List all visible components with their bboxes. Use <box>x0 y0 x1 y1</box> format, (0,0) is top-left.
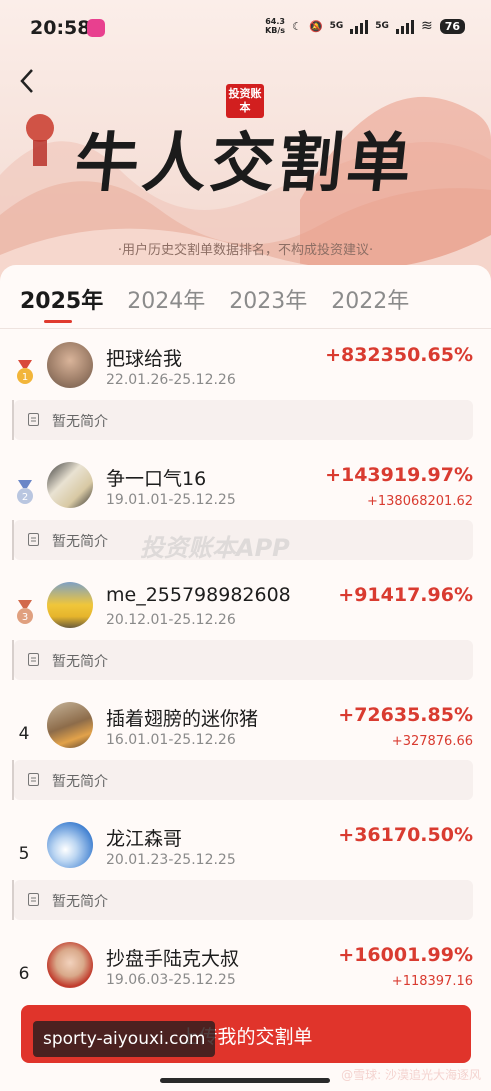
site-watermark: sporty-aiyouxi.com <box>33 1021 216 1057</box>
clock: 20:58 <box>30 17 91 39</box>
date-range: 20.01.23-25.12.25 <box>106 852 236 868</box>
intro-box: 暂无简介 <box>14 880 473 920</box>
return-percent: +72635.85% <box>338 704 473 726</box>
intro-box: 暂无简介 <box>14 400 473 440</box>
user-name[interactable]: me_255798982608 <box>106 584 291 606</box>
list-item[interactable]: 3 me_255798982608 20.12.01-25.12.26 +914… <box>0 578 491 698</box>
avatar[interactable] <box>47 822 93 868</box>
date-range: 19.01.01-25.12.25 <box>106 492 236 508</box>
date-range: 16.01.01-25.12.26 <box>106 732 236 748</box>
network-label-1: 5G <box>329 21 344 31</box>
bronze-medal-icon: 3 <box>17 600 33 624</box>
user-name[interactable]: 龙江森哥 <box>106 824 182 851</box>
divider <box>0 328 491 329</box>
network-label-2: 5G <box>375 21 389 31</box>
document-icon <box>28 893 39 906</box>
signal-icon <box>350 18 369 34</box>
avatar[interactable] <box>47 462 93 508</box>
tab-2025[interactable]: 2025年 <box>20 283 103 315</box>
document-icon <box>28 653 39 666</box>
document-icon <box>28 773 39 786</box>
intro-text: 暂无简介 <box>52 414 108 430</box>
intro-text: 暂无简介 <box>52 654 108 670</box>
user-name[interactable]: 争一口气16 <box>106 464 206 491</box>
avatar[interactable] <box>47 342 93 388</box>
rank-number: 4 <box>18 724 30 744</box>
svg-text:2: 2 <box>22 492 28 503</box>
notification-app-icon <box>87 19 105 37</box>
user-name[interactable]: 插着翅膀的迷你猪 <box>106 704 258 731</box>
rank-number: 5 <box>18 844 30 864</box>
date-range: 22.01.26-25.12.26 <box>106 372 236 388</box>
return-amount: +118397.16 <box>391 974 473 989</box>
status-bar: 20:58 64.3 KB/s ☾ 🔕 5G 5G ≋ 76 <box>0 0 491 56</box>
svg-text:3: 3 <box>22 612 28 623</box>
watermark: 投资账本APP <box>140 534 290 562</box>
list-item[interactable]: 1 把球给我 22.01.26-25.12.26 +832350.65% 暂无简… <box>0 338 491 458</box>
battery-icon: 76 <box>439 18 465 34</box>
intro-box: 暂无简介 <box>14 640 473 680</box>
document-icon <box>28 533 39 546</box>
tab-2024[interactable]: 2024年 <box>127 283 205 315</box>
moon-icon: ☾ <box>292 19 302 33</box>
intro-text: 暂无简介 <box>52 534 108 550</box>
rank-number: 6 <box>18 964 30 984</box>
return-amount: +138068201.62 <box>366 494 473 509</box>
page-title: 牛人交割单 <box>70 126 419 201</box>
intro-box: 暂无简介 <box>14 760 473 800</box>
tab-2022[interactable]: 2022年 <box>331 283 409 315</box>
return-percent: +91417.96% <box>338 584 473 606</box>
return-percent: +36170.50% <box>338 824 473 846</box>
net-speed: 64.3 KB/s <box>265 17 286 35</box>
user-name[interactable]: 抄盘手陆克大叔 <box>106 944 239 971</box>
tab-2023[interactable]: 2023年 <box>229 283 307 315</box>
date-range: 20.12.01-25.12.26 <box>106 612 236 628</box>
wifi-icon: ≋ <box>420 18 433 34</box>
active-tab-indicator <box>44 320 72 323</box>
mute-icon: 🔕 <box>308 19 323 33</box>
year-tabs: 2025年 2024年 2023年 2022年 <box>20 283 409 315</box>
intro-text: 暂无简介 <box>52 894 108 910</box>
home-indicator[interactable] <box>160 1078 330 1083</box>
gold-medal-icon: 1 <box>17 360 33 384</box>
source-credit: @雪球: 沙漠追光大海逐风 <box>341 1068 481 1082</box>
silver-medal-icon: 2 <box>17 480 33 504</box>
avatar[interactable] <box>47 582 93 628</box>
date-range: 19.06.03-25.12.25 <box>106 972 236 988</box>
document-icon <box>28 413 39 426</box>
avatar[interactable] <box>47 942 93 988</box>
signal-icon <box>395 18 414 34</box>
return-percent: +143919.97% <box>325 464 473 486</box>
list-item[interactable]: 4 插着翅膀的迷你猪 16.01.01-25.12.26 +72635.85% … <box>0 698 491 818</box>
svg-text:1: 1 <box>22 372 28 383</box>
intro-text: 暂无简介 <box>52 774 108 790</box>
avatar[interactable] <box>47 702 93 748</box>
return-percent: +16001.99% <box>338 944 473 966</box>
user-name[interactable]: 把球给我 <box>106 344 182 371</box>
back-arrow-icon[interactable] <box>14 64 42 98</box>
return-percent: +832350.65% <box>325 344 473 366</box>
return-amount: +327876.66 <box>391 734 473 749</box>
disclaimer-text: ·用户历史交割单数据排名，不构成投资建议· <box>117 243 374 258</box>
list-item[interactable]: 5 龙江森哥 20.01.23-25.12.25 +36170.50% 暂无简介 <box>0 818 491 938</box>
